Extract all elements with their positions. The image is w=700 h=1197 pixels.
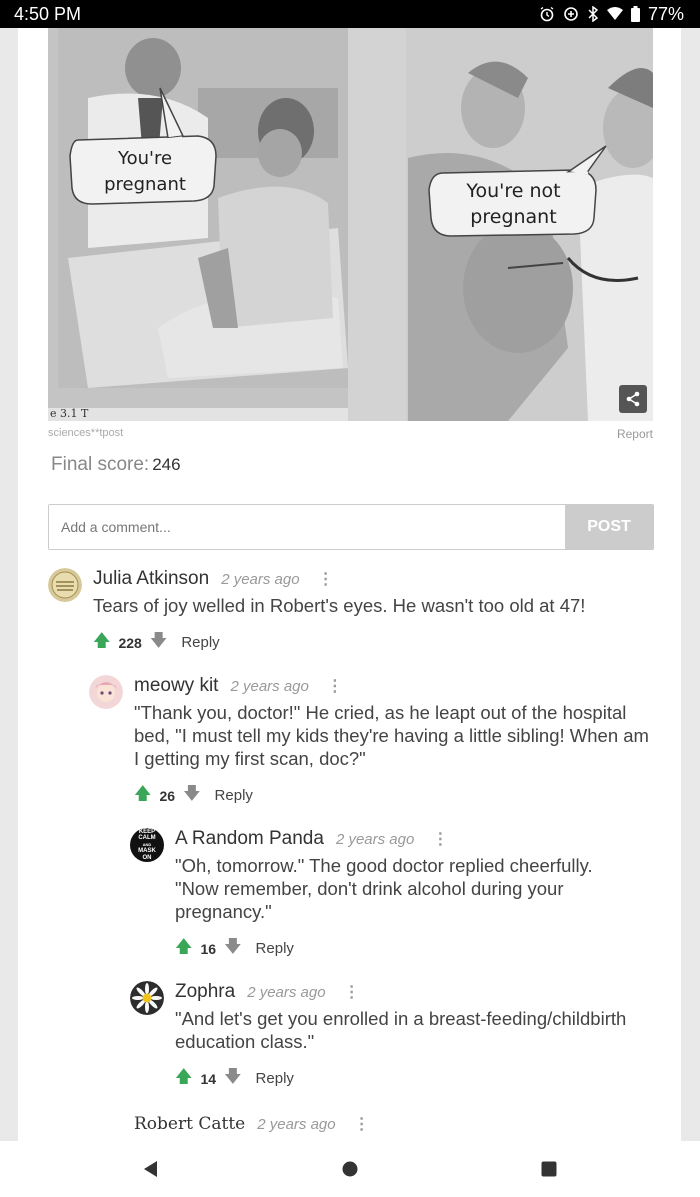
- final-score-value: 246: [152, 455, 181, 474]
- recents-icon: [541, 1161, 557, 1177]
- back-button[interactable]: [136, 1155, 164, 1183]
- arrow-down-icon[interactable]: 🡇: [224, 1064, 241, 1093]
- vote-score: 14: [200, 1070, 217, 1087]
- comment-time: 2 years ago: [230, 678, 309, 695]
- final-score-label: Final score:: [51, 454, 150, 475]
- arrow-up-icon[interactable]: 🡅: [134, 781, 151, 810]
- reply-button[interactable]: Reply: [256, 940, 294, 957]
- reply-button[interactable]: Reply: [256, 1070, 294, 1087]
- final-score: Final score: 246: [51, 454, 181, 476]
- arrow-down-icon[interactable]: 🡇: [183, 781, 200, 810]
- left-caption: You're pregnant: [104, 148, 186, 195]
- comment-author[interactable]: Julia Atkinson: [93, 568, 209, 590]
- status-time: 4:50 PM: [14, 3, 82, 24]
- comment-input[interactable]: [49, 505, 565, 549]
- comment-text: "Thank you, doctor!" He cried, as he lea…: [134, 702, 649, 769]
- post-page: You're pregnant You're not pregnant e 3.…: [18, 28, 681, 1141]
- navigation-bar: [0, 1141, 700, 1197]
- report-link[interactable]: Report: [617, 427, 653, 441]
- battery-icon: [630, 6, 640, 22]
- more-vert-icon[interactable]: ⋮: [327, 676, 343, 696]
- arrow-down-icon[interactable]: 🡇: [224, 934, 241, 963]
- more-vert-icon[interactable]: ⋮: [344, 982, 360, 1002]
- avatar[interactable]: KEEP CALM AND MASK ON: [130, 828, 164, 862]
- comment-text: "And let's get you enrolled in a breast-…: [175, 1008, 627, 1052]
- bluetooth-icon: [587, 6, 599, 22]
- status-bar: 4:50 PM 77%: [0, 0, 700, 28]
- reply-button[interactable]: Reply: [215, 787, 253, 804]
- comment-author[interactable]: meowy kit: [134, 675, 218, 697]
- book-fragment: e 3.1 T: [50, 407, 89, 420]
- more-vert-icon[interactable]: ⋮: [318, 569, 334, 589]
- comment-author[interactable]: Zophra: [175, 981, 235, 1003]
- arrow-down-icon[interactable]: 🡇: [150, 628, 167, 657]
- avatar[interactable]: [48, 568, 82, 602]
- avatar[interactable]: [89, 675, 123, 709]
- comment-author[interactable]: A Random Panda: [175, 828, 324, 850]
- back-icon: [144, 1161, 157, 1177]
- arrow-up-icon[interactable]: 🡅: [93, 628, 110, 657]
- home-icon: [342, 1161, 358, 1177]
- meme-image: You're pregnant You're not pregnant e 3.…: [48, 28, 653, 421]
- comment-text: "Oh, tomorrow." The good doctor replied …: [175, 855, 593, 922]
- comment-time: 2 years ago: [335, 831, 415, 848]
- post-button[interactable]: POST: [565, 505, 653, 549]
- avatar-text: KEEP CALM AND MASK ON: [138, 828, 156, 861]
- share-button[interactable]: [619, 385, 647, 413]
- battery-percent: 77%: [647, 3, 684, 24]
- comment-text: Tears of joy welled in Robert's eyes. He…: [93, 595, 586, 616]
- reply-button[interactable]: Reply: [181, 634, 219, 651]
- more-vert-icon[interactable]: ⋮: [432, 829, 448, 849]
- arrow-up-icon[interactable]: 🡅: [175, 1064, 192, 1093]
- comment-form: POST: [48, 504, 654, 550]
- home-button[interactable]: [336, 1155, 364, 1183]
- alarm-icon: [539, 6, 555, 22]
- more-vert-icon[interactable]: ⋮: [354, 1114, 370, 1134]
- vote-score: 228: [118, 634, 142, 651]
- share-icon: [626, 391, 640, 407]
- comment-time: 2 years ago: [247, 984, 326, 1001]
- vote-score: 16: [200, 940, 217, 957]
- right-caption: You're not pregnant: [466, 180, 561, 228]
- comment-time: 2 years ago: [221, 571, 300, 588]
- avatar[interactable]: [130, 981, 164, 1015]
- data-saver-icon: [563, 6, 579, 22]
- recents-button[interactable]: [535, 1155, 563, 1183]
- comment-time: 2 years ago: [257, 1116, 336, 1133]
- comment-author[interactable]: Robert Catte: [134, 1114, 245, 1134]
- arrow-up-icon[interactable]: 🡅: [175, 934, 192, 963]
- vote-score: 26: [159, 787, 176, 804]
- image-credit: sciences**tpost: [48, 427, 124, 439]
- wifi-icon: [606, 7, 623, 21]
